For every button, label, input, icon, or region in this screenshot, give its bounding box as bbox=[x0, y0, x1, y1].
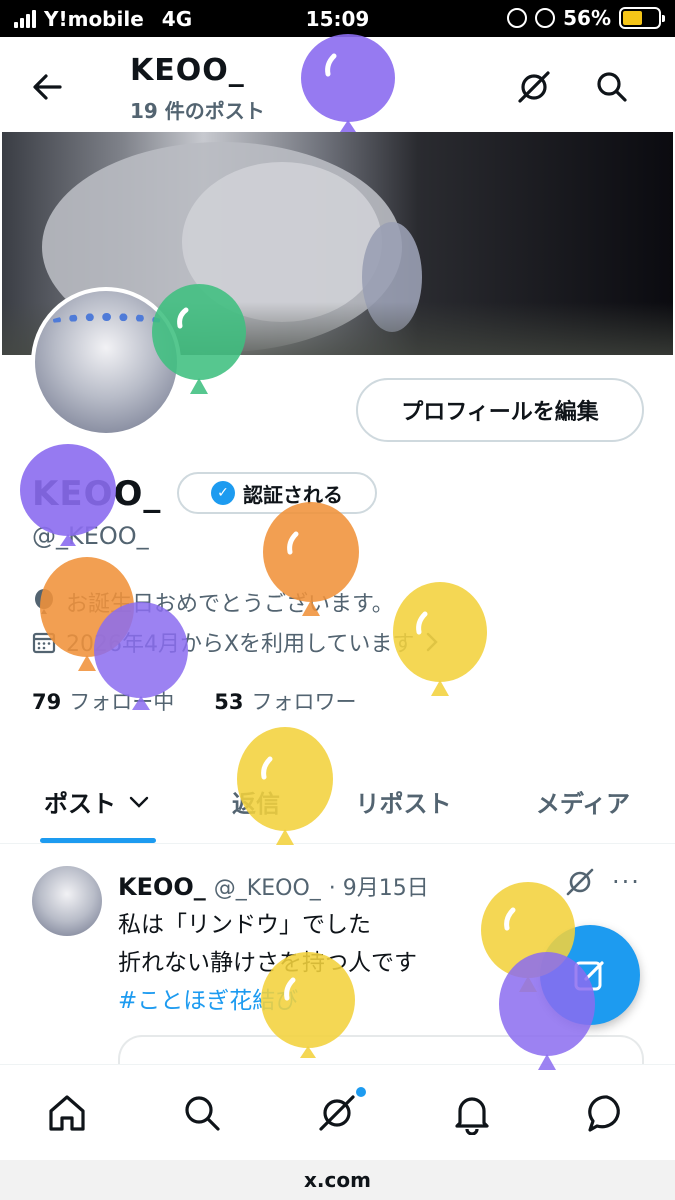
followers-count: 53 bbox=[214, 690, 244, 714]
tab-reposts[interactable]: リポスト bbox=[316, 760, 491, 843]
arrow-left-icon[interactable] bbox=[28, 67, 68, 107]
joined-text: 2026年4月からXを利用しています bbox=[66, 632, 415, 657]
status-bar: Y!mobile 4G 15:09 56% bbox=[0, 0, 675, 37]
url-bar[interactable]: x.com bbox=[0, 1160, 675, 1200]
verify-button[interactable]: ✓ 認証される bbox=[177, 472, 377, 514]
birthday-text: お誕生日おめでとうございます。 bbox=[66, 592, 394, 617]
followers-link[interactable]: 53 フォロワー bbox=[214, 686, 356, 716]
balloon-icon bbox=[35, 589, 53, 614]
joined-row[interactable]: 2026年4月からXを利用しています bbox=[32, 626, 440, 658]
home-icon[interactable] bbox=[45, 1091, 89, 1135]
profile-header: KEOO_ 19 件のポスト bbox=[0, 37, 675, 132]
verified-badge-icon: ✓ bbox=[211, 481, 235, 505]
tab-posts[interactable]: ポスト bbox=[0, 760, 196, 843]
post-line-1: 私は「リンドウ」でした bbox=[118, 912, 371, 938]
tab-replies[interactable]: 返信 bbox=[196, 760, 316, 843]
post-avatar[interactable] bbox=[32, 866, 102, 936]
post-hashtag[interactable]: #ことほぎ花結び bbox=[118, 982, 417, 1020]
chevron-down-icon bbox=[129, 796, 149, 808]
grok-icon[interactable] bbox=[564, 866, 596, 898]
notification-dot bbox=[356, 1087, 366, 1097]
calendar-icon bbox=[32, 632, 56, 654]
chevron-right-icon bbox=[427, 632, 439, 652]
post-body[interactable]: 私は「リンドウ」でした 折れない静けさを持つ人です #ことほぎ花結び bbox=[118, 906, 417, 1020]
battery-icon bbox=[619, 7, 665, 29]
compose-button[interactable] bbox=[540, 925, 640, 1025]
notifications-icon[interactable] bbox=[450, 1091, 494, 1135]
edit-profile-button[interactable]: プロフィールを編集 bbox=[356, 378, 644, 442]
search-icon[interactable] bbox=[180, 1091, 224, 1135]
tab-posts-label: ポスト bbox=[44, 790, 116, 818]
tab-media[interactable]: メディア bbox=[491, 760, 675, 843]
header-name: KEOO_ bbox=[130, 53, 245, 88]
compose-icon bbox=[574, 961, 604, 991]
post-header: KEOO_ @_KEOO_ · 9月15日 bbox=[118, 870, 429, 902]
profile-handle: @_KEOO_ bbox=[32, 522, 149, 550]
grok-icon[interactable] bbox=[514, 67, 554, 107]
post-date[interactable]: · 9月15日 bbox=[329, 870, 429, 902]
following-link[interactable]: 79 フォロー中 bbox=[32, 686, 174, 716]
rotation-lock-icon bbox=[507, 8, 528, 28]
bottom-nav bbox=[0, 1064, 675, 1160]
post-count: 19 件のポスト bbox=[130, 99, 265, 123]
more-options-icon[interactable]: ··· bbox=[612, 868, 641, 896]
verify-label: 認証される bbox=[243, 482, 343, 507]
profile-tabs: ポスト 返信 リポスト メディア bbox=[0, 760, 675, 844]
status-right: 56% bbox=[507, 6, 665, 30]
post-author-handle[interactable]: @_KEOO_ bbox=[214, 876, 321, 901]
post-author-name[interactable]: KEOO_ bbox=[118, 873, 206, 901]
profile-name: KEOO_ bbox=[32, 474, 162, 514]
followers-label: フォロワー bbox=[251, 690, 357, 714]
battery-percent: 56% bbox=[563, 6, 611, 30]
grok-icon[interactable] bbox=[315, 1091, 359, 1135]
follow-stats: 79 フォロー中 53 フォロワー bbox=[32, 686, 356, 716]
post-line-2: 折れない静けさを持つ人です bbox=[118, 950, 417, 976]
profile-avatar[interactable] bbox=[31, 287, 181, 437]
following-label: フォロー中 bbox=[69, 690, 175, 714]
search-icon[interactable] bbox=[592, 67, 632, 107]
messages-icon[interactable] bbox=[585, 1091, 629, 1135]
alarm-icon bbox=[535, 8, 556, 28]
birthday-row: お誕生日おめでとうございます。 bbox=[32, 586, 394, 618]
following-count: 79 bbox=[32, 690, 62, 714]
